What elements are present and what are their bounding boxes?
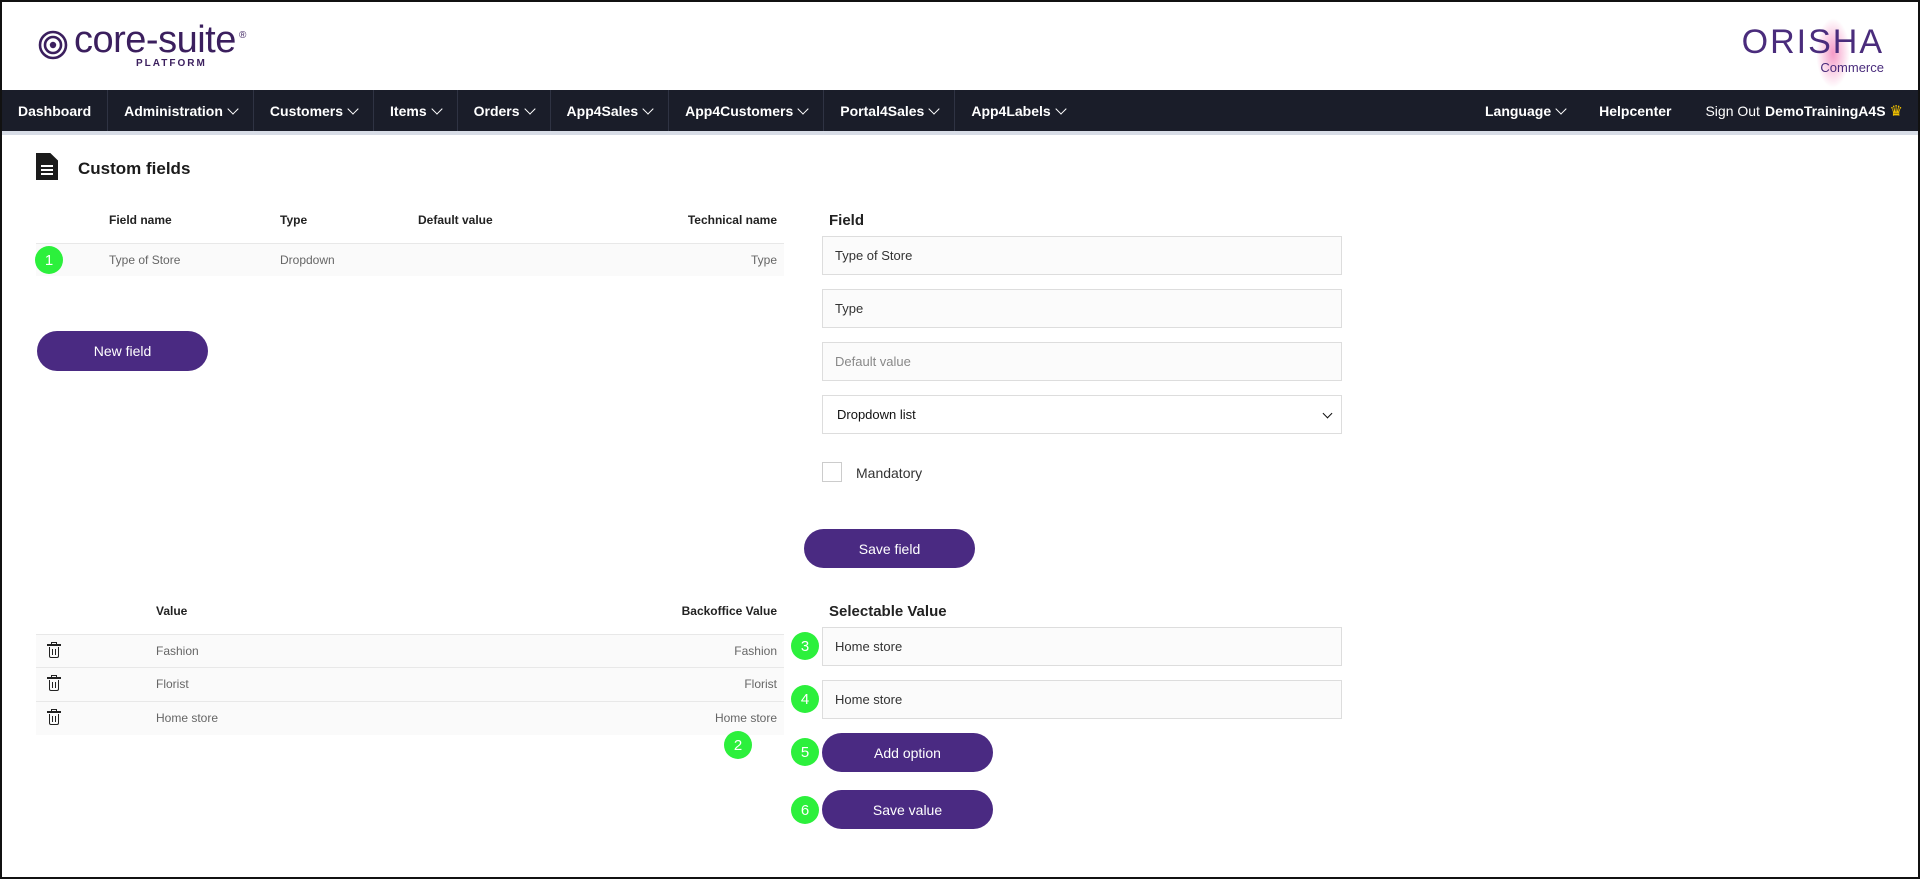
cell-backoffice-value: Florist	[744, 677, 777, 691]
nav-right-group: Language Helpcenter Sign Out DemoTrainin…	[1468, 90, 1918, 131]
save-field-button[interactable]: Save field	[804, 529, 975, 568]
field-form-title: Field	[829, 212, 865, 229]
trash-icon[interactable]	[47, 709, 61, 725]
mandatory-label: Mandatory	[856, 465, 923, 481]
step-marker-3: 3	[791, 632, 819, 660]
orisha-logo: ORISHA Commerce	[1741, 18, 1884, 88]
nav-dashboard[interactable]: Dashboard	[2, 90, 109, 131]
page-title: Custom fields	[78, 159, 191, 178]
nav-signout[interactable]: Sign Out DemoTrainingA4S ♛	[1688, 90, 1918, 131]
chevron-down-icon	[642, 102, 654, 115]
selectable-value-input[interactable]: Home store	[822, 627, 1342, 666]
header-default-value: Default value	[418, 213, 493, 227]
chevron-down-icon	[227, 102, 239, 115]
default-value-input[interactable]: Default value	[822, 342, 1342, 381]
nav-items[interactable]: Items	[374, 90, 458, 131]
trash-icon[interactable]	[47, 642, 61, 658]
chevron-down-icon	[430, 102, 443, 115]
new-field-button[interactable]: New field	[37, 331, 208, 371]
nav-divider	[2, 131, 1918, 135]
registered-mark: ®	[238, 30, 246, 41]
step-marker-4: 4	[791, 685, 819, 713]
chevron-down-icon	[1555, 102, 1567, 115]
step-marker-5: 5	[791, 738, 819, 766]
nav-app4sales[interactable]: App4Sales	[551, 90, 670, 131]
nav-helpcenter[interactable]: Helpcenter	[1582, 90, 1688, 131]
backoffice-value-input[interactable]: Home store	[822, 680, 1342, 719]
save-value-button[interactable]: Save value	[822, 790, 993, 829]
chevron-down-icon	[797, 102, 809, 115]
nav-orders[interactable]: Orders	[458, 90, 551, 131]
field-type-selected: Dropdown list	[837, 407, 916, 422]
table-row[interactable]	[36, 667, 784, 701]
brand-subtitle: Commerce	[1820, 60, 1884, 75]
brand-name: ORISHA	[1741, 23, 1884, 61]
signout-label: Sign Out	[1705, 102, 1760, 119]
logo-text: core-suite ®	[74, 20, 246, 60]
main-nav: Dashboard Administration Customers Items…	[2, 90, 1918, 131]
chevron-down-icon	[928, 102, 941, 115]
logo-subtitle: PLATFORM	[136, 58, 207, 69]
nav-administration[interactable]: Administration	[108, 90, 254, 131]
technical-name-input[interactable]: Type	[822, 289, 1342, 328]
chevron-down-icon	[347, 102, 359, 115]
cell-value: Florist	[156, 677, 189, 691]
crown-icon: ♛	[1889, 102, 1903, 120]
cell-type: Dropdown	[280, 253, 335, 267]
mandatory-checkbox[interactable]	[822, 462, 842, 482]
trash-icon[interactable]	[47, 675, 61, 691]
header-value: Value	[156, 604, 188, 618]
table-row[interactable]	[36, 634, 784, 667]
add-option-button[interactable]: Add option	[822, 733, 993, 772]
header-technical-name: Technical name	[687, 213, 777, 227]
value-form-title: Selectable Value	[829, 603, 947, 620]
cell-value: Fashion	[156, 644, 199, 658]
field-type-select[interactable]: Dropdown list	[822, 395, 1342, 434]
nav-app4labels[interactable]: App4Labels	[955, 90, 1080, 131]
nav-portal4sales[interactable]: Portal4Sales	[824, 90, 956, 131]
core-suite-logo[interactable]: core-suite ® PLATFORM	[38, 20, 246, 69]
cell-field-name: Type of Store	[109, 253, 181, 267]
chevron-down-icon	[1322, 408, 1333, 419]
target-logo-icon	[38, 30, 68, 60]
cell-backoffice-value: Home store	[714, 711, 777, 725]
step-marker-2: 2	[724, 731, 752, 759]
chevron-down-icon	[1055, 102, 1067, 115]
username: DemoTrainingA4S	[1764, 102, 1886, 119]
nav-app4customers[interactable]: App4Customers	[669, 90, 825, 131]
cell-value: Home store	[156, 711, 219, 725]
nav-language[interactable]: Language	[1468, 90, 1582, 131]
step-marker-6: 6	[791, 796, 819, 824]
header-field-name: Field name	[109, 213, 172, 227]
table-row[interactable]	[36, 701, 784, 735]
header-type: Type	[280, 213, 308, 227]
step-marker-1: 1	[35, 246, 63, 274]
nav-customers[interactable]: Customers	[254, 90, 375, 131]
field-name-input[interactable]: Type of Store	[822, 236, 1342, 275]
header-backoffice-value: Backoffice Value	[681, 604, 777, 618]
chevron-down-icon	[523, 102, 536, 115]
cell-backoffice-value: Fashion	[734, 644, 777, 658]
cell-technical-name: Type	[750, 253, 777, 267]
